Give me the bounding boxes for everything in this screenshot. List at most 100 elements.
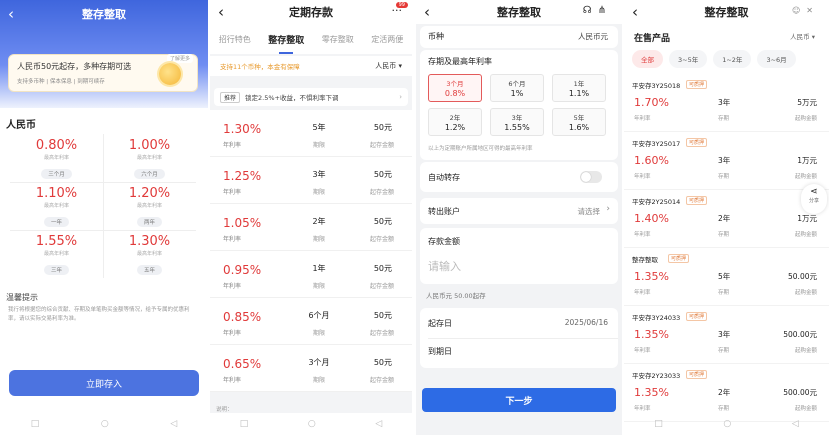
pledge-tag: 可质押	[686, 196, 708, 205]
page-title: 定期存款	[289, 6, 333, 19]
next-button[interactable]: 下一步	[422, 388, 616, 412]
auto-renew-row: 自动转存	[420, 162, 618, 192]
product-item[interactable]: 整存整取 可质押 1.35% 年利率 5年 存期 50.00元 起购金额	[624, 248, 829, 306]
product-list: 1.30% 年利率 5年 期限 50元 起存金额 1.25% 年利率 3年 期限…	[210, 110, 412, 392]
rate-cell[interactable]: 1.55% 最高年利率 三年	[10, 230, 103, 278]
promo-strip[interactable]: 推荐 锁定2.5%+收益，不惧利率下调 ›	[214, 88, 408, 106]
term-option[interactable]: 5年 1.6%	[552, 108, 606, 136]
currency-select[interactable]: 人民币 ▾	[375, 61, 402, 71]
close-icon[interactable]: ✕	[806, 6, 819, 15]
back-icon[interactable]: ‹	[424, 3, 430, 21]
mascot-icon[interactable]: ☺	[792, 6, 806, 15]
rate-value: 1.35%	[634, 270, 669, 283]
list-item[interactable]: 0.65% 年利率 3个月 期限 50元 起存金额	[210, 345, 412, 392]
back-icon[interactable]: ‹	[632, 3, 638, 21]
rate-cell[interactable]: 1.00% 最高年利率 六个月	[103, 134, 196, 182]
promo-banner[interactable]: 人民币50元起存，多种存期可选 支持多币种 | 保本保息 | 到期可续存 了解更…	[8, 54, 198, 92]
date-card: 起存日 2025/06/16 到期日	[420, 308, 618, 368]
page-title: 整存整取	[497, 6, 541, 19]
rate-cell[interactable]: 0.80% 最高年利率 三个月	[10, 134, 103, 182]
product-item[interactable]: 平安存3Y24033 可质押 1.35% 年利率 3年 存期 500.00元 起…	[624, 306, 829, 364]
tab-featured[interactable]: 招行特色	[219, 34, 251, 45]
list-item[interactable]: 0.85% 年利率 6个月 期限 50元 起存金额	[210, 298, 412, 345]
rate-cell[interactable]: 1.20% 最高年利率 两年	[103, 182, 196, 230]
tip-text: 我行将根据您的综合贡献、存期及单笔购买金额等情况，给予专属的优惠利率，请以实际交…	[8, 307, 190, 322]
term-value: 5年	[312, 123, 326, 132]
banner-subtitle: 支持多币种 | 保本保息 | 到期可续存	[17, 79, 105, 85]
back-nav-icon[interactable]: ◁	[375, 419, 382, 429]
currency-select[interactable]: 人民币 ▾	[790, 31, 815, 41]
rate-value: 1.35%	[634, 328, 669, 341]
rate-grid: 0.80% 最高年利率 三个月 1.00% 最高年利率 六个月 1.10% 最高…	[10, 134, 196, 278]
account-label: 转出账户	[428, 207, 460, 216]
term-option[interactable]: 2年 1.2%	[428, 108, 482, 136]
banner-tag[interactable]: 了解更多	[166, 54, 193, 63]
term-label: 存期	[718, 290, 730, 296]
square-nav-icon[interactable]: □	[31, 419, 40, 429]
list-item[interactable]: 1.25% 年利率 3年 期限 50元 起存金额	[210, 157, 412, 204]
share-icon[interactable]: ⋔	[598, 5, 612, 16]
filter-3-5y[interactable]: 3~5年	[669, 50, 708, 68]
home-nav-icon[interactable]: ○	[723, 419, 731, 429]
support-bar: 支持11个币种，本金有保障 人民币 ▾	[210, 56, 412, 76]
filter-all[interactable]: 全部	[632, 50, 663, 68]
rate-value: 0.85%	[223, 310, 262, 324]
term-option[interactable]: 1年 1.1%	[552, 74, 606, 102]
headset-icon[interactable]: ☊	[583, 5, 598, 16]
promo-label: 推荐	[220, 91, 241, 103]
auto-renew-toggle[interactable]	[580, 171, 602, 183]
home-nav-icon[interactable]: ○	[101, 419, 109, 429]
rate-cell[interactable]: 1.30% 最高年利率 五年	[103, 230, 196, 278]
amount-label: 起存金额	[369, 330, 394, 337]
product-item[interactable]: 平安存2Y25014 可质押 1.40% 年利率 2年 存期 1万元 起购金额	[624, 190, 829, 248]
product-item[interactable]: 平安存3Y25017 可质押 1.60% 年利率 3年 存期 1万元 起购金额	[624, 132, 829, 190]
term-label: 5年	[573, 114, 585, 122]
account-row[interactable]: 转出账户 请选择 ›	[420, 198, 618, 224]
list-item[interactable]: 0.95% 年利率 1年 期限 50元 起存金额	[210, 251, 412, 298]
term-pill: 三个月	[41, 169, 72, 179]
term-value: 6个月	[308, 311, 330, 320]
footnote: 说明：	[216, 407, 233, 413]
filter-3-6m[interactable]: 3~6月	[757, 50, 796, 68]
deposit-now-button[interactable]: 立即存入	[9, 370, 199, 396]
rate-label: 年利率	[223, 189, 242, 196]
back-nav-icon[interactable]: ◁	[792, 419, 799, 429]
home-nav-icon[interactable]: ○	[308, 419, 316, 429]
start-date-value: 2025/06/16	[564, 318, 608, 327]
term-label: 2年	[449, 114, 461, 122]
system-nav-bar: □ ○ ◁	[624, 413, 829, 435]
product-name: 平安存2Y25014	[632, 198, 681, 206]
rate-sublabel: 最高年利率	[136, 155, 162, 161]
filter-1-2y[interactable]: 1~2年	[713, 50, 752, 68]
tab-lump-sum[interactable]: 整存整取	[268, 33, 304, 54]
divider	[428, 338, 618, 339]
rate-sublabel: 最高年利率	[43, 155, 69, 161]
share-label: 分享	[808, 198, 819, 204]
back-nav-icon[interactable]: ◁	[170, 419, 177, 429]
list-item[interactable]: 1.05% 年利率 2年 期限 50元 起存金额	[210, 204, 412, 251]
back-icon[interactable]: ‹	[218, 3, 224, 21]
share-button[interactable]: ⋖ 分享	[801, 184, 827, 214]
term-option[interactable]: 3年 1.55%	[490, 108, 544, 136]
tab-installment[interactable]: 零存整取	[322, 34, 354, 45]
back-icon[interactable]: ‹	[8, 5, 14, 23]
term-label: 期限	[312, 377, 325, 384]
amount-input[interactable]: 请输入	[428, 258, 461, 274]
rate-sublabel: 最高年利率	[136, 203, 162, 209]
term-value: 2年	[312, 217, 326, 226]
coin-icon	[159, 63, 181, 85]
navbar: ‹ 定期存款 ··· 99	[210, 0, 412, 24]
square-nav-icon[interactable]: □	[240, 419, 249, 429]
pledge-tag: 可质押	[668, 254, 690, 263]
list-item[interactable]: 1.30% 年利率 5年 期限 50元 起存金额	[210, 110, 412, 157]
currency-row[interactable]: 币种 人民币元	[420, 26, 618, 48]
product-item[interactable]: 平安存3Y25018 可质押 1.70% 年利率 3年 存期 5万元 起购金额	[624, 74, 829, 132]
term-option[interactable]: 6个月 1%	[490, 74, 544, 102]
term-pill: 三年	[43, 265, 69, 275]
square-nav-icon[interactable]: □	[654, 419, 663, 429]
rate-value: 1.25%	[223, 169, 262, 183]
tab-flexible[interactable]: 定活两便	[371, 34, 403, 45]
term-option[interactable]: 3个月 0.8%	[428, 74, 482, 102]
rate-cell[interactable]: 1.10% 最高年利率 一年	[10, 182, 103, 230]
product-name: 平安存3Y25017	[632, 140, 681, 148]
